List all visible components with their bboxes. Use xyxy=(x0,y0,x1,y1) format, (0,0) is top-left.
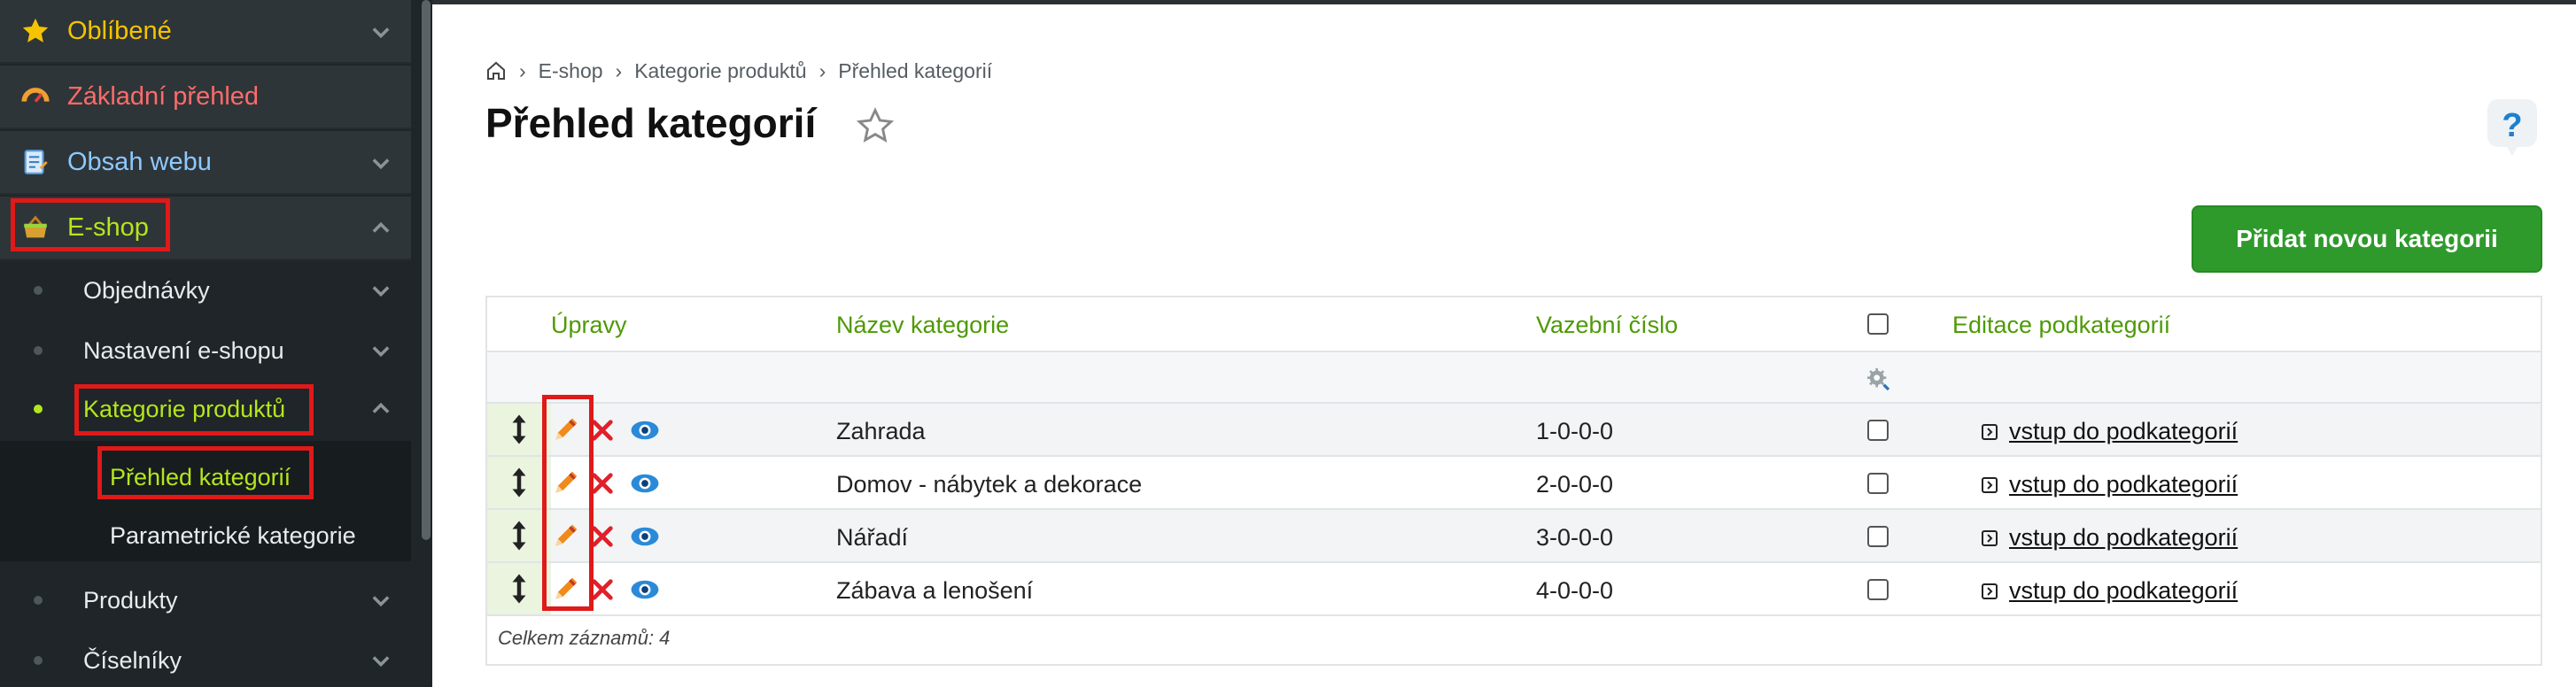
enter-icon xyxy=(1982,423,1998,440)
chevron-up-icon xyxy=(372,221,390,233)
table-row: Domov - nábytek a dekorace 2-0-0-0 vstup… xyxy=(487,457,2541,510)
category-code: 2-0-0-0 xyxy=(1536,471,1614,498)
sidebar-scrollbar[interactable] xyxy=(422,0,431,540)
document-icon xyxy=(18,144,53,180)
sidebar-item-label: Obsah webu xyxy=(67,147,212,176)
sidebar-item-overview[interactable]: Základní přehled xyxy=(0,66,411,129)
enter-icon xyxy=(1982,583,1998,599)
top-bar xyxy=(432,0,2576,4)
enter-subcategories-link[interactable]: vstup do podkategorií xyxy=(1981,471,2238,498)
category-name: Nářadí xyxy=(836,524,909,551)
row-checkbox[interactable] xyxy=(1867,526,1889,547)
category-name: Domov - nábytek a dekorace xyxy=(836,471,1143,498)
breadcrumb-separator: › xyxy=(519,58,526,82)
sidebar-item-label: Parametrické kategorie xyxy=(110,522,356,549)
view-eye-icon[interactable] xyxy=(629,575,661,604)
breadcrumb-separator: › xyxy=(615,58,623,82)
bullet xyxy=(34,596,43,605)
sidebar-item-orders[interactable]: Objednávky xyxy=(0,260,411,320)
enter-icon xyxy=(1982,529,1998,546)
bullet xyxy=(34,405,43,413)
sidebar-item-label: Nastavení e-shopu xyxy=(83,336,284,364)
gauge-icon xyxy=(18,79,53,114)
svg-text:?: ? xyxy=(2502,107,2522,144)
sidebar-item-web-content[interactable]: Obsah webu xyxy=(0,131,411,195)
link-label: vstup do podkategorií xyxy=(2009,524,2238,551)
table-row: Zahrada 1-0-0-0 vstup do podkategorií xyxy=(487,404,2541,457)
table-row: Zábava a lenošení 4-0-0-0 vstup do podka… xyxy=(487,563,2541,616)
bullet xyxy=(34,346,43,355)
category-name: Zábava a lenošení xyxy=(836,577,1034,604)
category-code: 3-0-0-0 xyxy=(1536,524,1614,551)
view-eye-icon[interactable] xyxy=(629,469,661,498)
chevron-down-icon xyxy=(372,286,390,297)
favorite-star-icon[interactable] xyxy=(856,106,895,145)
bullet xyxy=(34,656,43,665)
home-icon[interactable] xyxy=(485,60,507,81)
table-header-row: Úpravy Název kategorie Vazební číslo Edi… xyxy=(487,297,2541,352)
sidebar-item-label: Oblíbené xyxy=(67,16,172,45)
row-checkbox[interactable] xyxy=(1867,579,1889,600)
view-eye-icon[interactable] xyxy=(629,416,661,444)
sidebar-item-products[interactable]: Produkty xyxy=(0,570,411,630)
chevron-down-icon xyxy=(372,27,390,39)
breadcrumb: › E-shop › Kategorie produktů › Přehled … xyxy=(485,57,992,85)
category-code: 4-0-0-0 xyxy=(1536,577,1614,604)
link-label: vstup do podkategorií xyxy=(2009,471,2238,498)
enter-icon xyxy=(1982,476,1998,493)
sidebar: Oblíbené Základní přehled Obsah webu E-s… xyxy=(0,0,432,687)
breadcrumb-item: Přehled kategorií xyxy=(838,58,993,82)
view-eye-icon[interactable] xyxy=(629,522,661,551)
chevron-down-icon xyxy=(372,158,390,170)
sidebar-item-label: Základní přehled xyxy=(67,81,260,111)
sidebar-item-favorites[interactable]: Oblíbené xyxy=(0,0,411,64)
row-checkbox[interactable] xyxy=(1867,473,1889,494)
sidebar-item-parametric-categories[interactable]: Parametrické kategorie xyxy=(0,505,411,565)
add-category-button[interactable]: Přidat novou kategorii xyxy=(2192,205,2542,273)
table-row: Nářadí 3-0-0-0 vstup do podkategorií xyxy=(487,510,2541,563)
column-header-code[interactable]: Vazební číslo xyxy=(1536,312,1678,339)
select-all-checkbox[interactable] xyxy=(1867,313,1889,335)
highlight-box xyxy=(542,395,594,611)
page-title: Přehled kategorií xyxy=(485,100,817,146)
enter-subcategories-link[interactable]: vstup do podkategorií xyxy=(1981,577,2238,605)
highlight-box xyxy=(97,446,314,499)
category-name: Zahrada xyxy=(836,418,926,444)
sidebar-item-label: Produkty xyxy=(83,586,178,614)
categories-table: Úpravy Název kategorie Vazební číslo Edi… xyxy=(485,296,2542,666)
sidebar-item-label: Číselníky xyxy=(83,646,182,674)
enter-subcategories-link[interactable]: vstup do podkategorií xyxy=(1981,524,2238,552)
sidebar-item-codebooks[interactable]: Číselníky xyxy=(0,630,411,687)
breadcrumb-item[interactable]: Kategorie produktů xyxy=(634,59,806,83)
link-label: vstup do podkategorií xyxy=(2009,577,2238,604)
chevron-down-icon xyxy=(372,346,390,358)
sidebar-item-eshop-settings[interactable]: Nastavení e-shopu xyxy=(0,320,411,381)
bulk-settings-icon[interactable] xyxy=(1864,365,1892,398)
bullet xyxy=(34,286,43,295)
breadcrumb-separator: › xyxy=(819,58,826,82)
column-header-edits: Úpravy xyxy=(551,312,627,338)
help-icon[interactable]: ? xyxy=(2484,96,2541,158)
table-filter-row xyxy=(487,352,2541,404)
record-count: Celkem záznamů: 4 xyxy=(498,627,671,649)
chevron-down-icon xyxy=(372,596,390,607)
chevron-down-icon xyxy=(372,656,390,668)
highlight-box xyxy=(74,384,314,436)
sidebar-item-label: Objednávky xyxy=(83,276,210,304)
star-icon xyxy=(18,13,53,49)
category-code: 1-0-0-0 xyxy=(1536,418,1614,444)
enter-subcategories-link[interactable]: vstup do podkategorií xyxy=(1981,418,2238,445)
column-header-name[interactable]: Název kategorie xyxy=(836,312,1009,339)
breadcrumb-item[interactable]: E-shop xyxy=(539,59,603,83)
row-checkbox[interactable] xyxy=(1867,420,1889,441)
chevron-up-icon xyxy=(372,402,390,413)
link-label: vstup do podkategorií xyxy=(2009,418,2238,444)
column-header-subcategories: Editace podkategorií xyxy=(1952,312,2171,338)
highlight-box xyxy=(11,198,170,251)
